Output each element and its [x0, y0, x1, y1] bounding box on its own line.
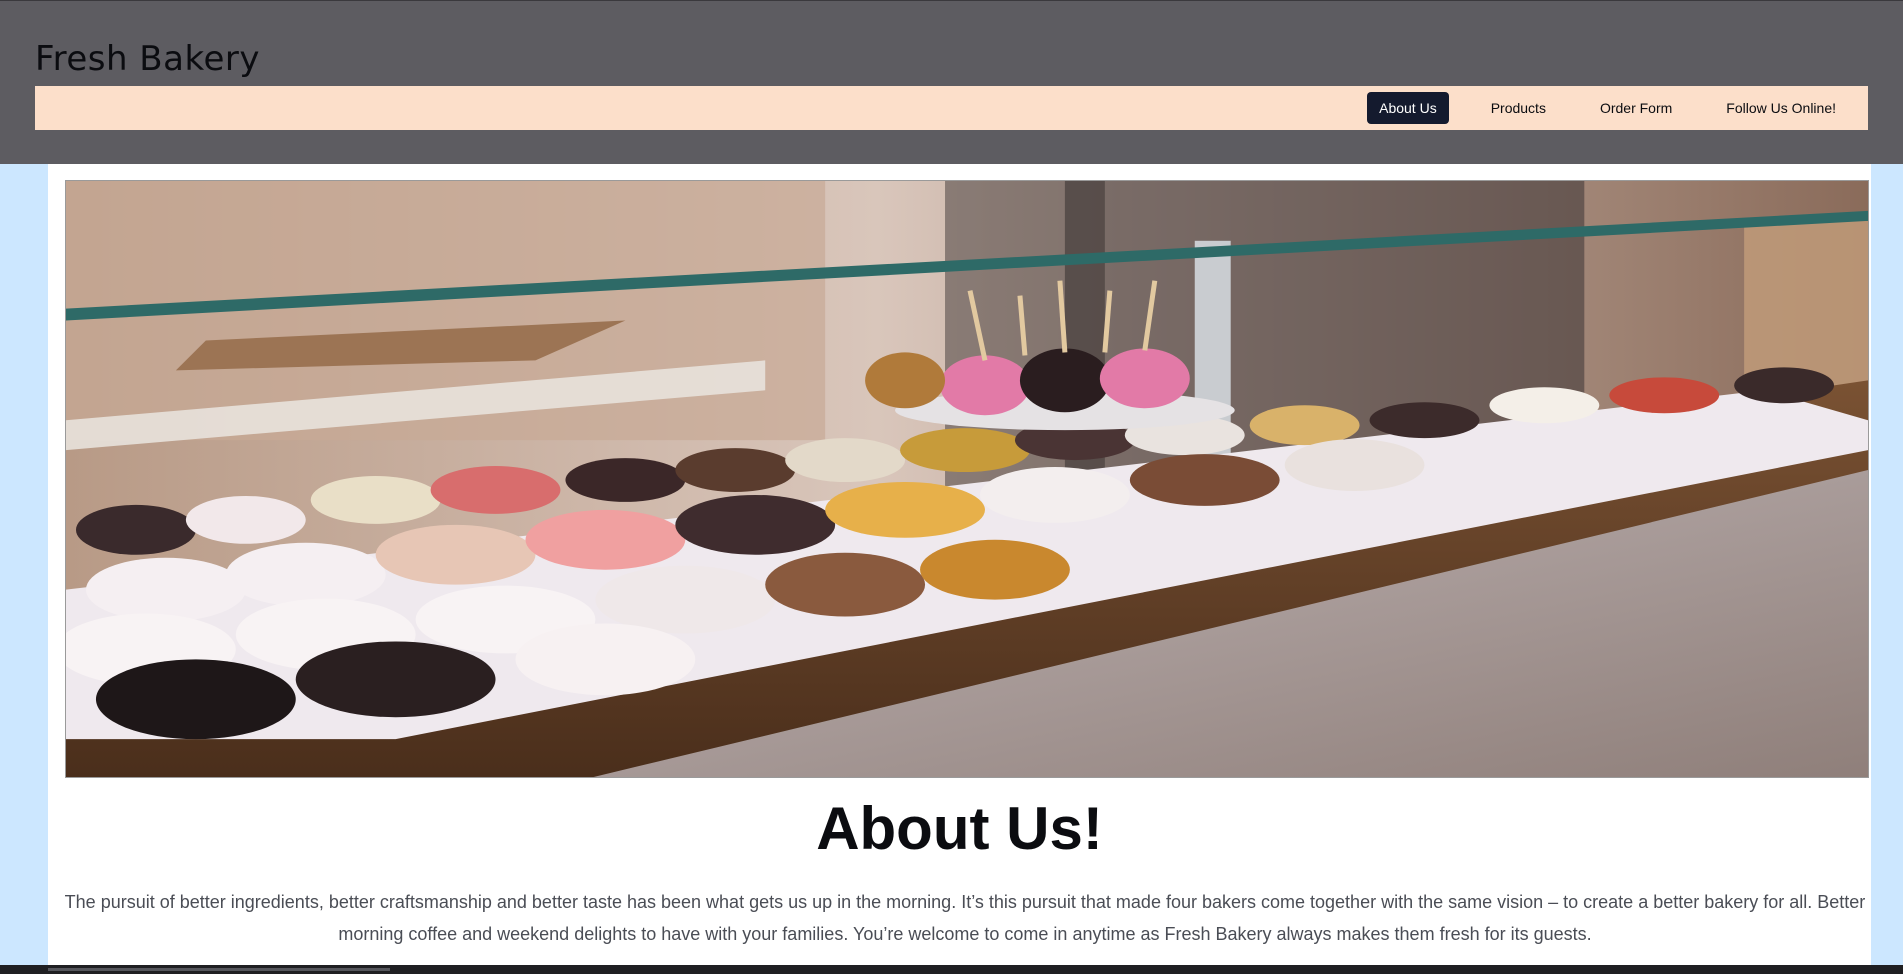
nav-item-follow-us[interactable]: Follow Us Online! — [1714, 92, 1848, 124]
hero-image-graphic — [66, 181, 1868, 777]
intro-paragraph: The pursuit of better ingredients, bette… — [64, 892, 1866, 944]
nav-bar: About Us Products Order Form Follow Us O… — [35, 86, 1868, 130]
main-content: About Us! The pursuit of better ingredie… — [48, 164, 1871, 965]
page-title: About Us! — [816, 795, 1103, 862]
nav-item-products[interactable]: Products — [1479, 92, 1558, 124]
site-brand: Fresh Bakery — [35, 39, 260, 79]
scrollbar-thumb[interactable] — [48, 968, 390, 971]
nav-list: About Us Products Order Form Follow Us O… — [1337, 92, 1848, 124]
hero-image-bakery-display — [65, 180, 1869, 778]
nav-item-about-us[interactable]: About Us — [1367, 92, 1449, 124]
nav-item-order-form[interactable]: Order Form — [1588, 92, 1684, 124]
site-header: Fresh Bakery About Us Products Order For… — [0, 0, 1903, 164]
